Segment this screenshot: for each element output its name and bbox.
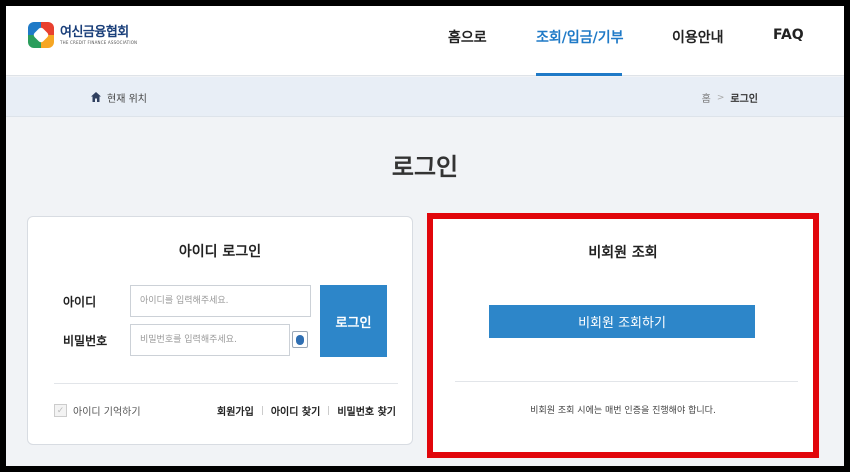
password-label: 비밀번호 [63,334,108,348]
highlight-frame: 비회원 조회 비회원 조회하기 비회원 조회 시에는 매번 인증을 진행해야 합… [427,213,819,458]
guest-divider [455,381,798,382]
guest-inquiry-title: 비회원 조회 [588,245,658,261]
remember-id[interactable]: ✓ 아이디 기억하기 [54,403,141,418]
signup-link[interactable]: 회원가입 [217,403,254,418]
site-logo[interactable]: 여신금융협회 THE CREDIT FINANCE ASSOCIATION [28,22,137,48]
remember-id-label: 아이디 기억하기 [73,407,141,418]
login-divider [54,383,398,384]
link-divider [261,406,263,415]
account-links: 회원가입 아이디 찾기 비밀번호 찾기 [217,403,396,418]
login-button[interactable]: 로그인 [320,285,387,357]
logo-text: 여신금융협회 THE CREDIT FINANCE ASSOCIATION [60,25,137,46]
breadcrumb-home[interactable]: 홈 [702,90,711,105]
find-id-link[interactable]: 아이디 찾기 [271,403,320,418]
id-label: 아이디 [63,295,97,309]
breadcrumb-current: 로그인 [730,94,758,105]
nav-inquiry-deposit-donation[interactable]: 조회/입금/기부 [536,27,624,47]
browser-viewport: 여신금융협회 THE CREDIT FINANCE ASSOCIATION 홈으… [6,6,844,466]
nav-faq[interactable]: FAQ [773,27,804,43]
guest-inquiry-card: 비회원 조회 비회원 조회하기 비회원 조회 시에는 매번 인증을 진행해야 합… [433,219,813,452]
id-login-title: 아이디 로그인 [178,244,262,260]
find-password-link[interactable]: 비밀번호 찾기 [337,403,396,418]
home-icon [91,92,101,102]
password-input[interactable] [130,324,290,356]
id-login-card: 아이디 로그인 아이디 비밀번호 로그인 ✓ 아이디 기억하기 회원가입 아이디… [27,216,413,445]
breadcrumb: 홈 > 로그인 [702,90,758,106]
nav-active-indicator [536,73,622,76]
guest-inquiry-note: 비회원 조회 시에는 매번 인증을 진행해야 합니다. [530,406,716,416]
breadcrumb-bar: 현재 위치 홈 > 로그인 [6,77,844,117]
logo-icon [28,22,54,48]
checkbox-icon[interactable]: ✓ [54,404,67,417]
site-header: 여신금융협회 THE CREDIT FINANCE ASSOCIATION 홈으… [6,6,844,76]
link-divider [328,406,330,415]
logo-subtitle: THE CREDIT FINANCE ASSOCIATION [60,39,138,45]
nav-usage-guide[interactable]: 이용안내 [672,27,724,47]
keyboard-icon[interactable] [292,331,308,348]
current-location-label: 현재 위치 [107,94,147,105]
breadcrumb-separator: > [716,92,725,103]
guest-inquiry-button[interactable]: 비회원 조회하기 [489,305,755,338]
logo-title: 여신금융협회 [60,24,129,40]
nav-home[interactable]: 홈으로 [448,27,487,47]
id-input[interactable] [130,285,311,317]
page-title: 로그인 [391,153,459,181]
